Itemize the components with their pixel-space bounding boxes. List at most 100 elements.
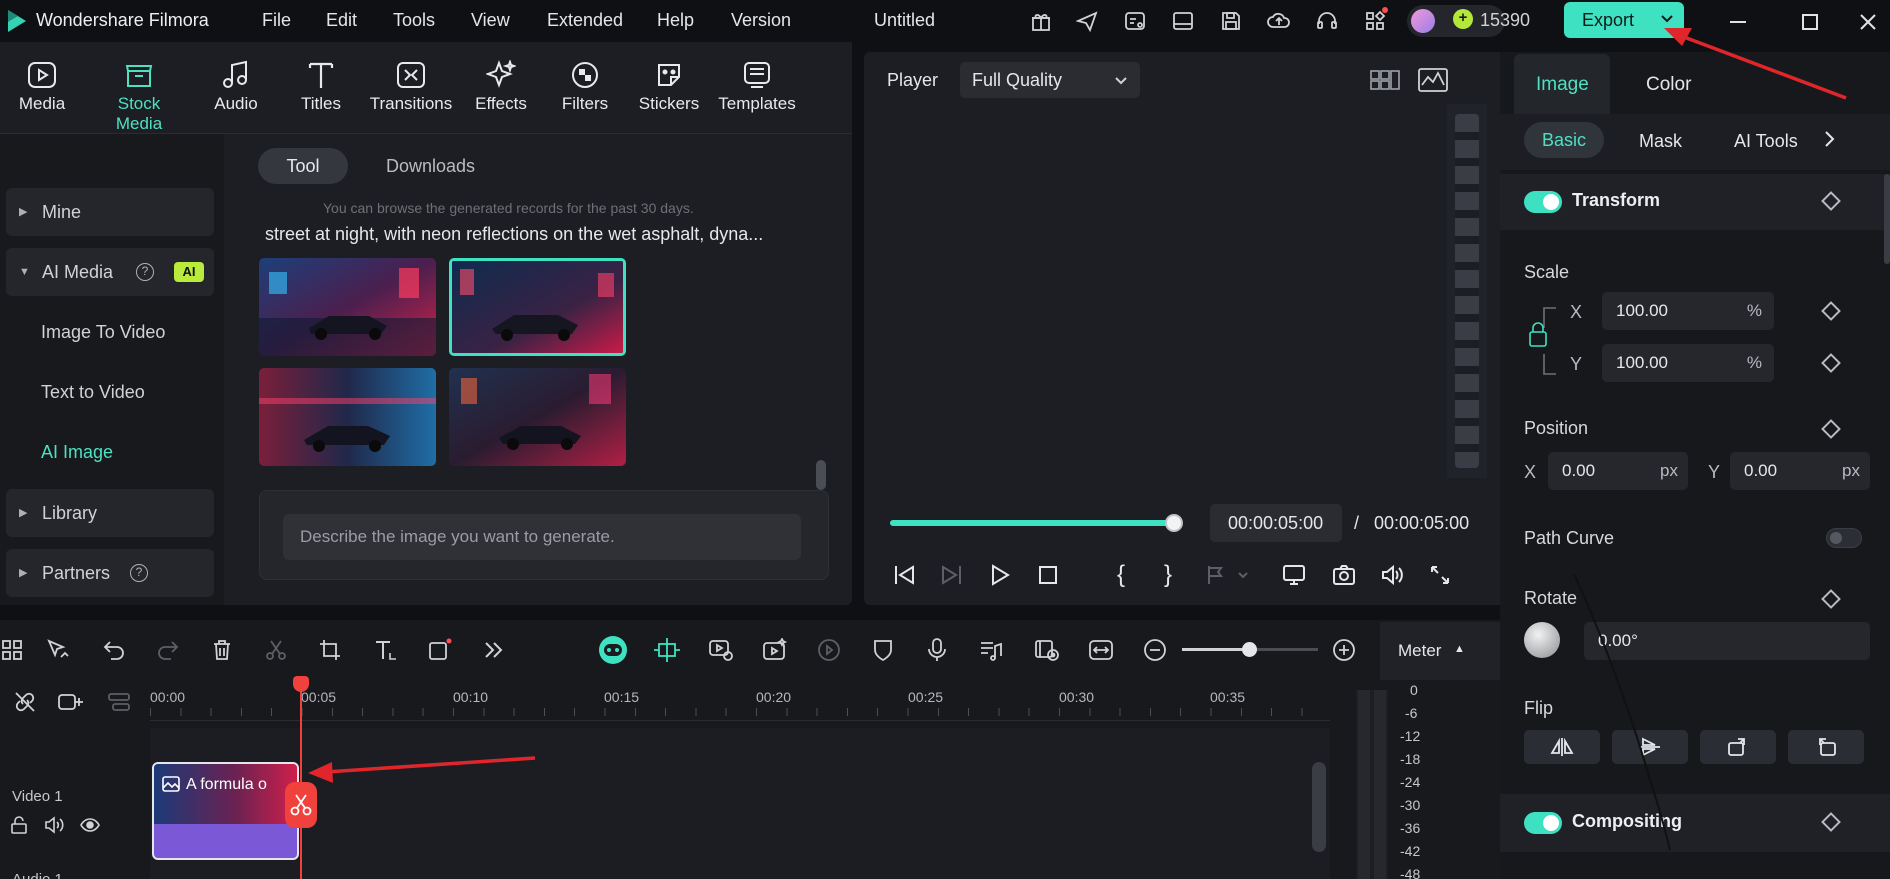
layout-grid-icon[interactable]: [0, 634, 28, 666]
playhead-knob[interactable]: [1165, 514, 1183, 532]
preview-clip-icon[interactable]: [1031, 634, 1063, 666]
tab-filters[interactable]: Filters: [540, 56, 630, 114]
play-icon[interactable]: [986, 561, 1014, 589]
link-icon[interactable]: [10, 688, 40, 716]
more-tools-icon[interactable]: [478, 634, 510, 666]
previous-frame-icon[interactable]: [890, 561, 918, 589]
tab-stickers[interactable]: Stickers: [624, 56, 714, 114]
position-y-input[interactable]: 0.00 px: [1730, 452, 1870, 490]
video-clip[interactable]: A formula o: [152, 762, 299, 860]
tab-image[interactable]: Image: [1514, 54, 1610, 114]
tab-color[interactable]: Color: [1646, 74, 1691, 96]
sidebar-item-mine[interactable]: ▶ Mine: [6, 188, 214, 236]
mute-track-icon[interactable]: [44, 816, 64, 834]
scrollbar-thumb[interactable]: [816, 460, 826, 490]
keyframe-diamond-icon[interactable]: [1821, 301, 1841, 321]
lock-track-icon[interactable]: [10, 816, 28, 834]
microphone-icon[interactable]: [921, 634, 953, 666]
shape-tool-icon[interactable]: [424, 634, 456, 666]
menu-extended[interactable]: Extended: [547, 10, 623, 31]
display-settings-icon[interactable]: [1280, 561, 1308, 589]
generated-image-1[interactable]: [259, 258, 436, 356]
undo-icon[interactable]: [98, 634, 130, 666]
keyframe-diamond-icon[interactable]: [1821, 812, 1841, 832]
save-icon[interactable]: [1216, 6, 1246, 36]
rotate-clockwise-button[interactable]: [1700, 730, 1776, 764]
keyframe-diamond-icon[interactable]: [1821, 191, 1841, 211]
tab-media[interactable]: Media: [0, 56, 87, 114]
shield-icon[interactable]: [867, 634, 899, 666]
marker-icon[interactable]: [1202, 561, 1230, 589]
apps-grid-icon[interactable]: [1360, 6, 1390, 36]
waveform-chart-icon[interactable]: [1418, 66, 1448, 94]
sidebar-item-partners[interactable]: ▶ Partners ?: [6, 549, 214, 597]
cut-scissors-icon[interactable]: [260, 634, 292, 666]
headset-icon[interactable]: [1312, 6, 1342, 36]
next-frame-icon[interactable]: [938, 561, 966, 589]
close-icon[interactable]: [1856, 10, 1880, 34]
sidebar-item-image-to-video[interactable]: Image To Video: [6, 308, 214, 356]
cloud-upload-icon[interactable]: [1264, 6, 1294, 36]
subtab-mask[interactable]: Mask: [1639, 131, 1682, 152]
zoom-in-icon[interactable]: [1328, 634, 1360, 666]
tab-effects[interactable]: Effects: [456, 56, 546, 114]
text-tool-icon[interactable]: [370, 634, 402, 666]
help-icon[interactable]: ?: [130, 564, 148, 582]
prompt-input[interactable]: Describe the image you want to generate.: [283, 514, 801, 560]
gift-icon[interactable]: [1026, 6, 1056, 36]
send-icon[interactable]: [1072, 6, 1102, 36]
export-button[interactable]: Export: [1564, 2, 1684, 38]
panel-scrollbar[interactable]: [1884, 174, 1890, 264]
transform-toggle[interactable]: [1524, 191, 1562, 213]
subtab-ai-tools[interactable]: AI Tools: [1734, 131, 1798, 152]
meter-button[interactable]: Meter ▲: [1380, 622, 1500, 680]
subtab-tool[interactable]: Tool: [258, 148, 348, 184]
zoom-slider-knob[interactable]: [1242, 642, 1257, 657]
tab-templates[interactable]: Templates: [712, 56, 802, 114]
chevron-down-icon[interactable]: [1234, 563, 1252, 587]
fit-timeline-icon[interactable]: [1085, 634, 1117, 666]
minimize-icon[interactable]: [1726, 10, 1750, 34]
visibility-eye-icon[interactable]: [80, 816, 100, 834]
timeline-vertical-scrollbar[interactable]: [1312, 762, 1326, 852]
generated-image-3[interactable]: [259, 368, 436, 466]
crop-icon[interactable]: [314, 634, 346, 666]
mark-out-icon[interactable]: }: [1154, 561, 1182, 589]
layout-icon[interactable]: [1168, 6, 1198, 36]
auto-reframe-icon[interactable]: [705, 634, 737, 666]
project-settings-icon[interactable]: [1120, 6, 1150, 36]
menu-help[interactable]: Help: [657, 10, 694, 31]
scale-y-input[interactable]: 100.00 %: [1602, 344, 1774, 382]
mark-in-icon[interactable]: {: [1107, 561, 1135, 589]
path-curve-toggle[interactable]: [1826, 528, 1862, 548]
grid-view-icon[interactable]: [1370, 66, 1400, 94]
sidebar-item-ai-image[interactable]: AI Image: [6, 428, 214, 476]
scale-x-input[interactable]: 100.00 %: [1602, 292, 1774, 330]
menu-view[interactable]: View: [471, 10, 510, 31]
select-pointer-icon[interactable]: [42, 634, 74, 666]
tab-transitions[interactable]: Transitions: [366, 56, 456, 114]
keyframe-diamond-icon[interactable]: [1821, 353, 1841, 373]
stop-icon[interactable]: [1034, 561, 1062, 589]
snapshot-camera-icon[interactable]: [1330, 561, 1358, 589]
tab-stock-media[interactable]: Stock Media: [94, 56, 184, 134]
tab-audio[interactable]: Audio: [191, 56, 281, 114]
preview-filmstrip[interactable]: [1447, 104, 1487, 478]
track-manager-icon[interactable]: [104, 688, 134, 716]
menu-file[interactable]: File: [262, 10, 291, 31]
maximize-icon[interactable]: [1798, 10, 1822, 34]
generated-image-2[interactable]: [449, 258, 626, 356]
volume-icon[interactable]: [1378, 561, 1406, 589]
sidebar-item-library[interactable]: ▶ Library: [6, 489, 214, 537]
compositing-toggle[interactable]: [1524, 812, 1562, 834]
rotate-dial[interactable]: [1524, 622, 1560, 658]
snap-magnet-icon[interactable]: [651, 634, 683, 666]
keyframe-diamond-icon[interactable]: [1821, 419, 1841, 439]
zoom-slider-track[interactable]: [1182, 642, 1318, 657]
generated-image-4[interactable]: [449, 368, 626, 466]
ai-video-icon[interactable]: [759, 634, 791, 666]
chevron-right-icon[interactable]: [1822, 130, 1836, 148]
menu-tools[interactable]: Tools: [393, 10, 435, 31]
audio-edit-icon[interactable]: [975, 634, 1007, 666]
current-time-field[interactable]: 00:00:05:00: [1210, 504, 1342, 542]
